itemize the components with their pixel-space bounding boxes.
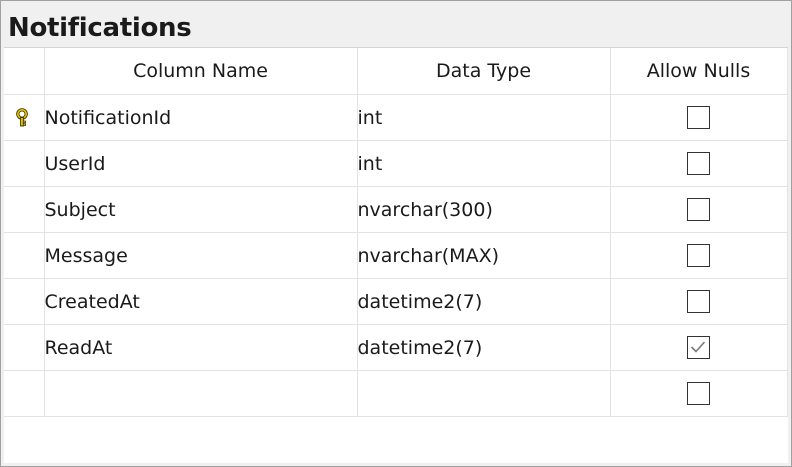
column-name-cell[interactable]: NotificationId [44,94,358,141]
row-selector-header[interactable] [4,48,45,95]
allow-nulls-checkbox-checked[interactable] [687,336,710,359]
header-row: Column Name Data Type Allow Nulls [4,48,788,95]
column-grid: Column Name Data Type Allow Nulls Notifi… [4,47,788,463]
data-type-cell[interactable] [357,370,611,417]
data-type-cell[interactable]: nvarchar(300) [357,186,611,233]
allow-nulls-checkbox[interactable] [687,152,710,175]
table-row[interactable]: NotificationId int [4,94,788,141]
allow-nulls-cell [610,324,788,371]
allow-nulls-cell [610,140,788,187]
data-type-header[interactable]: Data Type [357,48,611,95]
row-selector[interactable] [4,370,45,417]
allow-nulls-checkbox[interactable] [687,290,710,313]
allow-nulls-cell [610,94,788,141]
allow-nulls-checkbox[interactable] [687,382,710,405]
table-row[interactable]: CreatedAt datetime2(7) [4,278,788,325]
table-title: Notifications [8,13,192,43]
allow-nulls-cell [610,186,788,233]
allow-nulls-cell [610,370,788,417]
data-type-cell[interactable]: nvarchar(MAX) [357,232,611,279]
allow-nulls-checkbox[interactable] [687,198,710,221]
allow-nulls-checkbox[interactable] [687,244,710,267]
table-designer-window: Notifications Column Name Data Type Allo… [0,0,792,467]
table-row-new[interactable] [4,370,788,417]
column-name-cell[interactable]: UserId [44,140,358,187]
column-name-cell[interactable]: ReadAt [44,324,358,371]
table-row[interactable]: Subject nvarchar(300) [4,186,788,233]
data-type-cell[interactable]: int [357,94,611,141]
row-selector[interactable] [4,232,45,279]
column-name-cell[interactable]: Subject [44,186,358,233]
column-name-cell[interactable] [44,370,358,417]
column-name-cell[interactable]: CreatedAt [44,278,358,325]
data-type-cell[interactable]: datetime2(7) [357,324,611,371]
row-selector[interactable] [4,94,45,141]
table-row[interactable]: ReadAt datetime2(7) [4,324,788,371]
row-selector[interactable] [4,140,45,187]
row-selector[interactable] [4,278,45,325]
checkmark-icon [690,341,706,353]
allow-nulls-cell [610,278,788,325]
column-name-header[interactable]: Column Name [44,48,358,95]
data-type-cell[interactable]: int [357,140,611,187]
allow-nulls-header[interactable]: Allow Nulls [610,48,788,95]
allow-nulls-checkbox[interactable] [687,106,710,129]
column-name-cell[interactable]: Message [44,232,358,279]
data-type-cell[interactable]: datetime2(7) [357,278,611,325]
primary-key-icon [16,108,28,127]
columns-table: Column Name Data Type Allow Nulls Notifi… [4,48,788,417]
row-selector[interactable] [4,186,45,233]
table-row[interactable]: Message nvarchar(MAX) [4,232,788,279]
row-selector[interactable] [4,324,45,371]
allow-nulls-cell [610,232,788,279]
table-row[interactable]: UserId int [4,140,788,187]
